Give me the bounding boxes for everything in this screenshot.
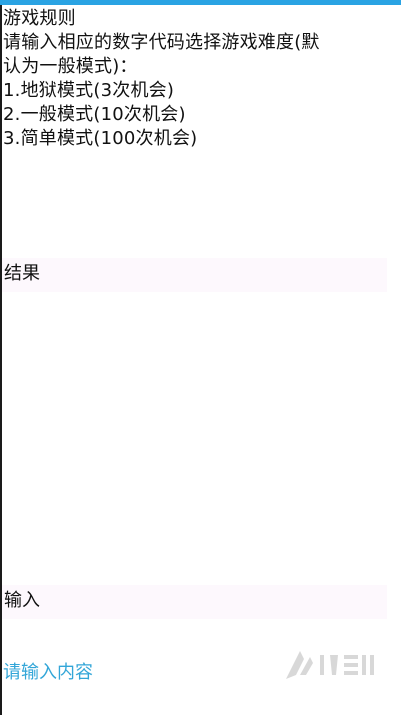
game-site-logo-icon [286,651,374,679]
answer-input[interactable] [3,656,273,688]
top-accent-bar [0,0,401,5]
result-section: 结果 [2,258,387,292]
rules-title: 游戏规则 [3,8,76,29]
option-easy-mode: 3.简单模式(100次机会) [3,128,198,149]
rules-description-line-1: 请输入相应的数字代码选择游戏难度(默 [3,32,320,53]
input-label: 输入 [4,590,40,611]
option-hell-mode: 1.地狱模式(3次机会) [3,80,175,101]
rules-panel: 游戏规则 请输入相应的数字代码选择游戏难度(默 认为一般模式)： 1.地狱模式(… [3,7,399,151]
result-label: 结果 [4,263,40,284]
rules-description-line-2: 认为一般模式)： [3,56,138,77]
option-normal-mode: 2.一般模式(10次机会) [3,104,186,125]
input-section: 输入 [2,585,387,619]
